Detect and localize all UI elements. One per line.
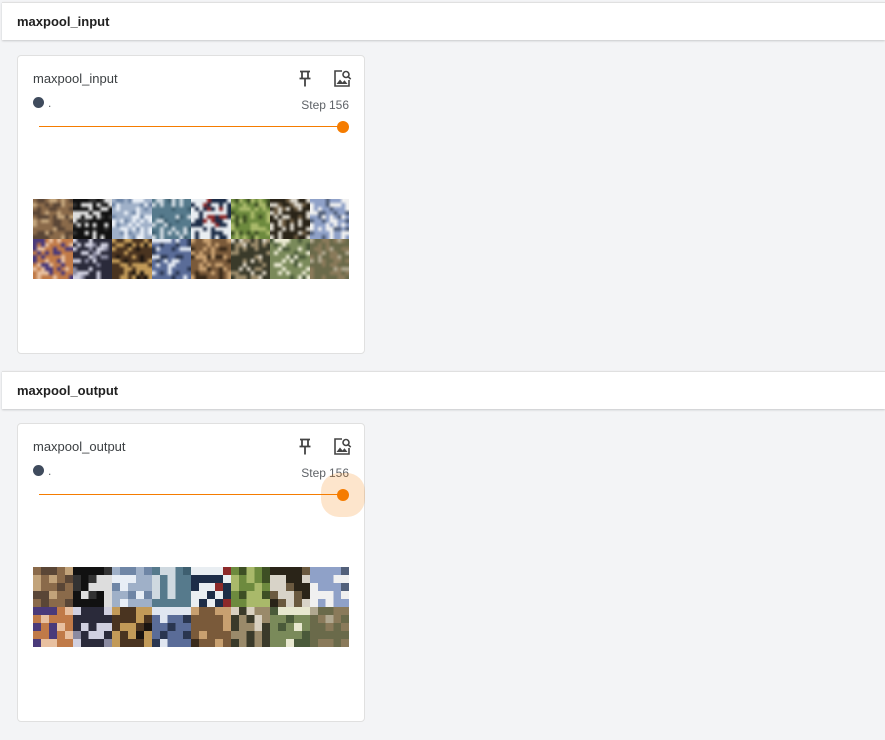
run-color-dot [33,97,44,108]
image-card-maxpool-output: maxpool_output . Step 156 [17,423,365,722]
airplane-image-icon [309,199,349,239]
pin-icon[interactable] [293,435,317,459]
section-title: maxpool_input [17,14,110,29]
slider-thumb[interactable] [337,121,349,133]
section-title: maxpool_output [17,383,119,398]
dog-image-icon [72,239,112,279]
section-header-maxpool-input[interactable]: maxpool_input [2,2,885,40]
image-search-icon[interactable] [330,67,354,91]
slider-thumb[interactable] [337,489,349,501]
step-label: Step 156 [301,466,349,480]
card-title: maxpool_output [33,439,126,454]
step-prefix: Step [301,466,326,480]
image-grid [33,199,349,279]
dog-image-icon [72,199,112,239]
image-card-maxpool-input: maxpool_input . Step 156 [17,55,365,354]
horse-image-icon [309,239,349,279]
airplane-image-icon [151,567,191,607]
pin-icon[interactable] [293,67,317,91]
deer-image-icon [230,199,270,239]
step-label: Step 156 [301,98,349,112]
image-search-icon[interactable] [330,435,354,459]
truck-image-icon [270,239,310,279]
cat-image-icon [33,239,73,279]
dog-image-icon [191,607,231,647]
card-title: maxpool_input [33,71,118,86]
slider-track [39,126,343,127]
run-name: . [48,96,52,110]
slider-track [39,494,343,495]
step-value: 156 [328,466,349,480]
ship-image-icon [191,199,231,239]
dog-image-icon [230,607,270,647]
airplane-image-icon [151,199,191,239]
cat-image-icon [112,239,152,279]
dog-image-icon [72,567,112,607]
step-value: 156 [328,98,349,112]
cat-image-icon [33,607,73,647]
truck-image-icon [270,607,310,647]
dog-image-icon [230,239,270,279]
cat-image-icon [33,199,73,239]
section-header-maxpool-output[interactable]: maxpool_output [2,371,885,409]
dog-image-icon [191,239,231,279]
horse-image-icon [270,567,310,607]
run-name: . [48,464,52,478]
ship-image-icon [112,567,152,607]
cat-image-icon [112,607,152,647]
run-color-dot [33,465,44,476]
step-prefix: Step [301,98,326,112]
step-slider[interactable] [39,488,349,502]
ship-image-icon [112,199,152,239]
image-grid [33,567,349,647]
horse-image-icon [270,199,310,239]
step-slider[interactable] [39,120,349,134]
deer-image-icon [230,567,270,607]
dog-image-icon [72,607,112,647]
bird-image-icon [151,239,191,279]
horse-image-icon [309,607,349,647]
cat-image-icon [33,567,73,607]
airplane-image-icon [309,567,349,607]
ship-image-icon [191,567,231,607]
bird-image-icon [151,607,191,647]
